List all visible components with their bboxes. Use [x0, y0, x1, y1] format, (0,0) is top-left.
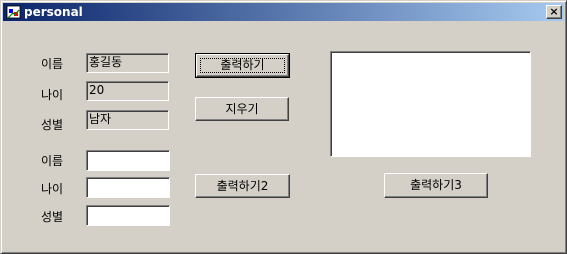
input-gender-label: 성별: [41, 210, 64, 224]
age-input[interactable]: [86, 177, 170, 198]
input-age-label: 나이: [41, 182, 64, 196]
gender-input[interactable]: [86, 205, 170, 226]
title-bar[interactable]: personal ×: [3, 3, 564, 21]
close-button[interactable]: ×: [546, 5, 562, 19]
print3-button[interactable]: 출력하기3: [384, 173, 488, 198]
display-age-label: 나이: [41, 88, 64, 102]
output-listbox[interactable]: [330, 51, 531, 157]
input-name-label: 이름: [41, 154, 64, 168]
display-name-field: 홍길동: [86, 53, 169, 73]
display-age-field: 20: [86, 81, 169, 101]
window-title: personal: [24, 5, 83, 19]
name-input[interactable]: [86, 150, 170, 171]
print2-button-label: 출력하기2: [216, 179, 269, 193]
clear-button-label: 지우기: [225, 102, 259, 116]
app-icon: [6, 5, 21, 19]
print3-button-label: 출력하기3: [410, 178, 462, 192]
display-name-label: 이름: [41, 57, 64, 71]
close-icon: ×: [549, 5, 559, 18]
clear-button[interactable]: 지우기: [195, 97, 289, 121]
display-gender-field: 남자: [86, 110, 169, 130]
display-gender-label: 성별: [41, 118, 64, 132]
app-window: personal × 이름 홍길동 나이 20 성별 남자 이름 나이 성별 출…: [0, 0, 567, 254]
focus-ring: [200, 58, 285, 73]
print2-button[interactable]: 출력하기2: [195, 174, 290, 198]
print-button[interactable]: 출력하기: [195, 53, 290, 78]
